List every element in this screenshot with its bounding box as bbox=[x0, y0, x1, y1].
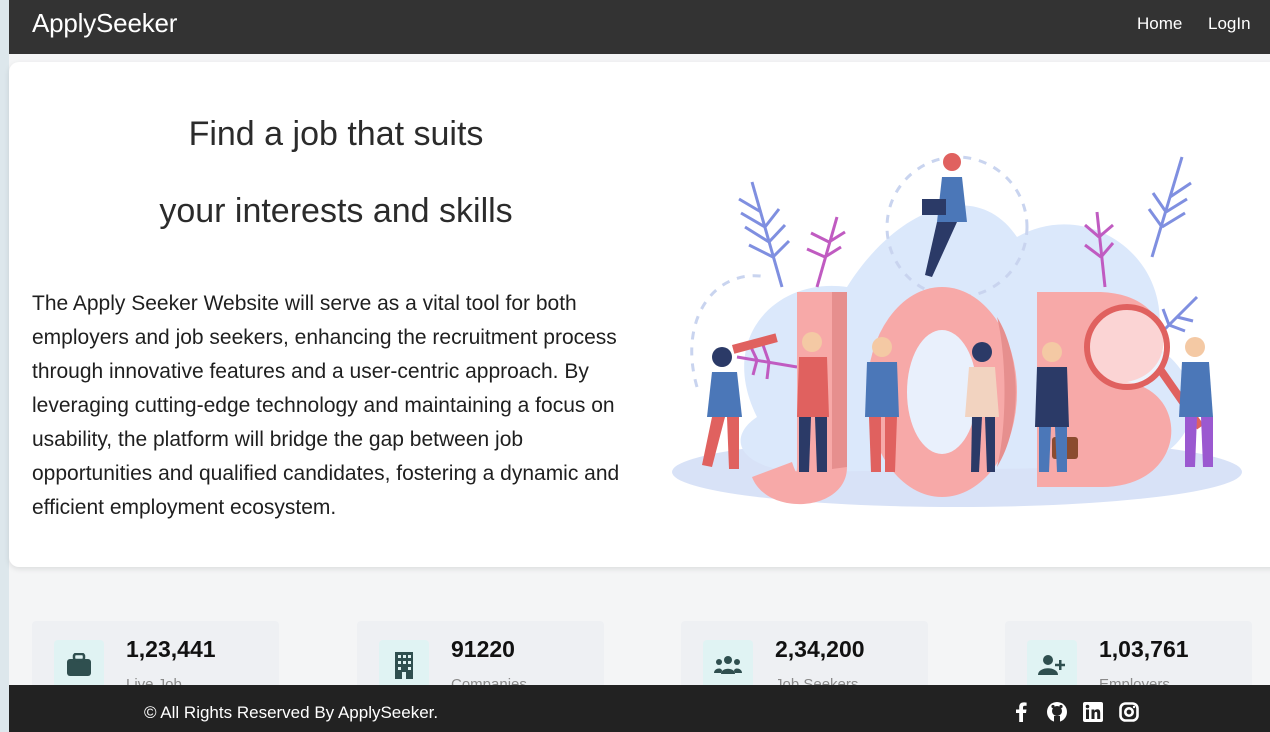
hero-title-line1: Find a job that suits bbox=[188, 115, 484, 153]
stat-value: 2,34,200 bbox=[775, 636, 865, 662]
job-search-illustration bbox=[672, 153, 1242, 507]
linkedin-icon[interactable] bbox=[1082, 701, 1104, 723]
nav-link-home[interactable]: Home bbox=[1137, 14, 1182, 34]
hero-card: Find a job that suits your interests and… bbox=[9, 62, 1270, 567]
footer: © All Rights Reserved By ApplySeeker. bbox=[9, 685, 1270, 732]
left-edge-strip bbox=[0, 0, 9, 732]
hero-description: The Apply Seeker Website will serve as a… bbox=[32, 292, 620, 519]
brand-logo[interactable]: ApplySeeker bbox=[32, 8, 177, 39]
top-navbar: ApplySeeker Home LogIn bbox=[9, 0, 1270, 54]
stat-value: 1,03,761 bbox=[1099, 636, 1189, 662]
stat-value: 91220 bbox=[451, 636, 515, 662]
stat-value: 1,23,441 bbox=[126, 636, 216, 662]
users-icon bbox=[703, 640, 753, 690]
hero-title-line2: your interests and skills bbox=[159, 192, 513, 230]
github-icon[interactable] bbox=[1046, 701, 1068, 723]
nav-link-login[interactable]: LogIn bbox=[1208, 14, 1251, 34]
facebook-icon[interactable] bbox=[1010, 701, 1032, 723]
user-plus-icon bbox=[1027, 640, 1077, 690]
copyright-text: © All Rights Reserved By ApplySeeker. bbox=[144, 703, 439, 722]
briefcase-icon bbox=[54, 640, 104, 690]
instagram-icon[interactable] bbox=[1118, 701, 1140, 723]
building-icon bbox=[379, 640, 429, 690]
